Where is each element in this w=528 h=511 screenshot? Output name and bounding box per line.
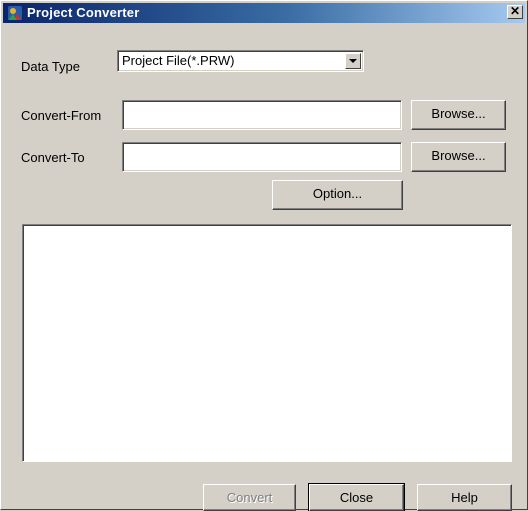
convert-button[interactable]: Convert bbox=[203, 484, 296, 511]
close-window-button[interactable]: ✕ bbox=[507, 5, 523, 19]
convert-to-label: Convert-To bbox=[21, 150, 85, 165]
convert-from-input[interactable] bbox=[122, 100, 402, 130]
help-button[interactable]: Help bbox=[417, 484, 512, 511]
data-type-label: Data Type bbox=[21, 59, 81, 74]
convert-from-browse-button[interactable]: Browse... bbox=[411, 100, 506, 130]
convert-to-input[interactable] bbox=[122, 142, 402, 172]
title-bar[interactable]: Project Converter ✕ bbox=[3, 3, 525, 23]
data-type-selected-value: Project File(*.PRW) bbox=[122, 53, 235, 68]
close-icon: ✕ bbox=[509, 4, 521, 18]
close-button[interactable]: Close bbox=[308, 483, 405, 511]
option-button[interactable]: Option... bbox=[272, 180, 403, 210]
convert-from-label: Convert-From bbox=[21, 108, 102, 123]
conversion-log-area[interactable] bbox=[22, 224, 512, 462]
data-type-select[interactable]: Project File(*.PRW) bbox=[117, 50, 364, 72]
convert-to-browse-button[interactable]: Browse... bbox=[411, 142, 506, 172]
project-converter-window: Project Converter ✕ Data Type Project Fi… bbox=[0, 0, 528, 511]
app-icon bbox=[8, 6, 22, 20]
window-title: Project Converter bbox=[27, 5, 140, 20]
chevron-down-icon[interactable] bbox=[345, 53, 361, 69]
